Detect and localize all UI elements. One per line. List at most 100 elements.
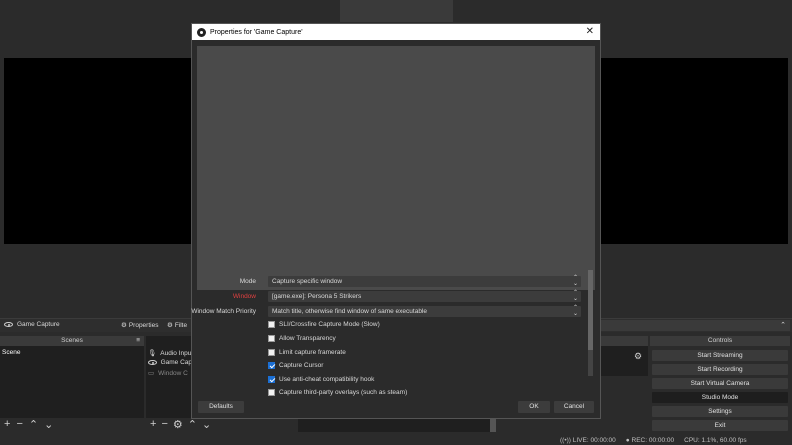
sources-dock: 🎙 Audio Inpu Game Cap ▭ Window C <box>146 336 192 418</box>
checkbox-sli-crossfire[interactable]: SLI/Crossfire Capture Mode (Slow) <box>268 321 380 328</box>
dialog-titlebar: Properties for 'Game Capture' ✕ <box>192 24 600 40</box>
ok-button[interactable]: OK <box>518 401 550 413</box>
source-item[interactable]: Game Cap <box>148 359 192 366</box>
checkbox-third-party-overlays[interactable]: Capture third-party overlays (such as st… <box>268 389 407 396</box>
properties-scrollbar[interactable] <box>588 270 593 376</box>
controls-header-label: Controls <box>707 337 733 344</box>
mode-value: Capture specific window <box>272 278 343 285</box>
window-select[interactable]: [game.exe]: Persona 5 Strikers ⌃ ⌄ <box>268 290 581 302</box>
selected-source: Game Capture <box>4 321 60 328</box>
transitions-header <box>600 336 648 346</box>
scene-item[interactable]: Scene <box>2 349 20 356</box>
gear-icon[interactable]: ⚙ <box>634 351 642 362</box>
checkbox-label: Use anti-cheat compatibility hook <box>279 376 375 383</box>
checkbox-label: Capture Cursor <box>279 362 324 369</box>
move-down-icon[interactable]: ⌄ <box>202 418 211 431</box>
start-streaming-button[interactable]: Start Streaming <box>652 350 788 361</box>
live-status: ((•)) LIVE: 00:00:00 <box>560 437 616 444</box>
source-item[interactable]: 🎙 Audio Inpu <box>148 349 192 358</box>
gamepad-icon <box>4 322 13 327</box>
prop-row-window: Window [game.exe]: Persona 5 Strikers ⌃ ⌄ <box>192 290 600 302</box>
remove-icon[interactable]: − <box>16 418 22 431</box>
checkbox-box[interactable] <box>268 389 275 396</box>
scenes-dock: Scenes ≡ Scene <box>0 336 144 418</box>
mixer-bar <box>298 418 494 432</box>
add-icon[interactable]: + <box>150 418 156 431</box>
move-up-icon[interactable]: ⌃ <box>29 418 38 431</box>
checkbox-box[interactable] <box>268 349 275 356</box>
start-recording-button[interactable]: Start Recording <box>652 364 788 375</box>
prop-label: Window Match Priority <box>191 308 256 315</box>
cancel-button[interactable]: Cancel <box>554 401 594 413</box>
filters-label: Filte <box>174 321 188 329</box>
checkbox-box[interactable] <box>268 362 275 369</box>
microphone-icon: 🎙 <box>148 350 157 357</box>
checkbox-label: SLI/Crossfire Capture Mode (Slow) <box>279 321 380 328</box>
chevron-updown-icon: ⌃ ⌄ <box>572 290 578 302</box>
studio-mode-button[interactable]: Studio Mode <box>652 392 788 403</box>
checkbox-label: Capture third-party overlays (such as st… <box>279 389 408 396</box>
move-down-icon[interactable]: ⌄ <box>44 418 53 431</box>
prop-row-mode: Mode Capture specific window ⌃ ⌄ <box>192 275 600 287</box>
source-label: Window C <box>158 369 188 377</box>
rec-status: ● REC: 00:00:00 <box>625 437 675 444</box>
properties-button[interactable]: ⚙ Properties <box>121 321 159 330</box>
mode-select[interactable]: Capture specific window ⌃ ⌄ <box>268 275 581 287</box>
window-icon: ▭ <box>148 370 155 377</box>
scenes-toolbar: + − ⌃ ⌄ <box>4 418 53 431</box>
dialog-preview <box>197 46 595 290</box>
dialog-title: Properties for 'Game Capture' <box>210 28 303 36</box>
prop-label: Window <box>232 293 256 300</box>
remove-icon[interactable]: − <box>161 418 167 431</box>
scrollbar-thumb[interactable] <box>588 270 593 350</box>
preview-canvas-right <box>598 58 788 244</box>
match-priority-select[interactable]: Match title, otherwise find window of sa… <box>268 305 581 317</box>
source-label: Audio Inpu <box>160 349 192 357</box>
checkbox-capture-cursor[interactable]: Capture Cursor <box>268 362 323 369</box>
add-icon[interactable]: + <box>4 418 10 431</box>
scene-select[interactable]: ⌃ <box>600 320 790 331</box>
close-icon[interactable]: ✕ <box>586 26 594 37</box>
settings-button[interactable]: Settings <box>652 406 788 417</box>
chevron-updown-icon: ⌃ <box>780 322 786 329</box>
scenes-header-label: Scenes <box>61 337 83 344</box>
prop-label: Mode <box>239 278 256 285</box>
live-time: LIVE: 00:00:00 <box>572 437 616 444</box>
properties-dialog: Properties for 'Game Capture' ✕ Mode Cap… <box>191 23 601 419</box>
scenes-header: Scenes <box>0 336 144 346</box>
source-item[interactable]: ▭ Window C <box>148 369 192 378</box>
checkbox-box[interactable] <box>268 335 275 342</box>
source-label: Game Cap <box>160 359 192 366</box>
chevron-updown-icon: ⌃ ⌄ <box>572 275 578 287</box>
checkbox-label: Limit capture framerate <box>279 349 346 356</box>
chevron-updown-icon: ⌃ ⌄ <box>572 305 578 317</box>
status-bar: ((•)) LIVE: 00:00:00 ● REC: 00:00:00 CPU… <box>560 436 792 445</box>
gamepad-icon <box>148 360 157 365</box>
filter-icon: ⚙ <box>167 322 173 329</box>
checkbox-box[interactable] <box>268 321 275 328</box>
controls-header: Controls <box>650 336 790 346</box>
move-up-icon[interactable]: ⌃ <box>188 418 197 431</box>
sources-toolbar: + − ⚙ ⌃ ⌄ <box>150 418 211 431</box>
filters-button[interactable]: ⚙ Filte <box>167 321 188 330</box>
mixer-scroll-handle[interactable] <box>490 418 496 432</box>
prop-row-match-priority: Window Match Priority Match title, other… <box>191 305 600 317</box>
dock-menu-icon[interactable]: ≡ <box>136 336 140 346</box>
checkbox-anti-cheat-hook[interactable]: Use anti-cheat compatibility hook <box>268 376 374 383</box>
properties-label: Properties <box>128 321 159 329</box>
checkbox-label: Allow Transparency <box>279 335 336 342</box>
controls-dock: Controls Start Streaming Start Recording… <box>650 336 790 432</box>
defaults-button[interactable]: Defaults <box>198 401 244 413</box>
top-strip <box>340 0 453 22</box>
gear-icon[interactable]: ⚙ <box>173 418 183 431</box>
cpu-status: CPU: 1.1%, 60.00 fps <box>684 437 747 444</box>
exit-button[interactable]: Exit <box>652 420 788 431</box>
checkbox-limit-framerate[interactable]: Limit capture framerate <box>268 349 346 356</box>
match-priority-value: Match title, otherwise find window of sa… <box>272 308 427 315</box>
checkbox-allow-transparency[interactable]: Allow Transparency <box>268 335 336 342</box>
obs-logo-icon <box>197 27 206 37</box>
checkbox-box[interactable] <box>268 376 275 383</box>
start-virtual-camera-button[interactable]: Start Virtual Camera <box>652 378 788 389</box>
window-value: [game.exe]: Persona 5 Strikers <box>272 293 362 300</box>
preview-canvas-left <box>4 58 192 244</box>
